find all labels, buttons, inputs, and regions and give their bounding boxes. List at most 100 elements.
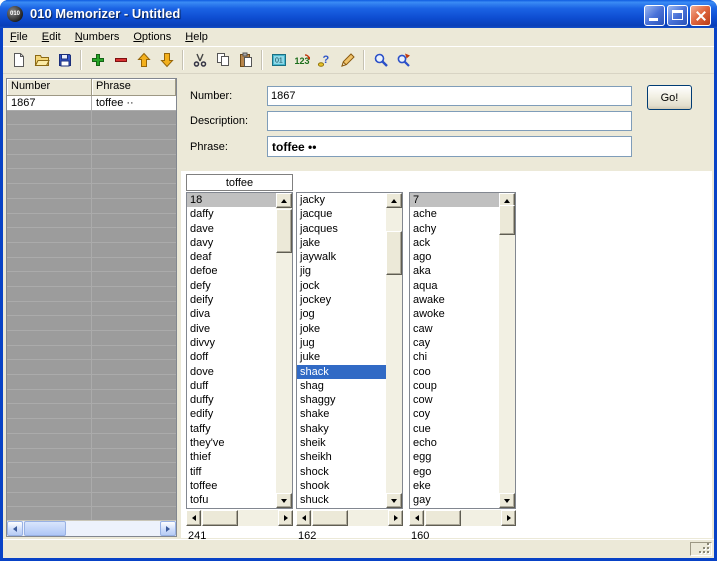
table-empty-row[interactable] <box>7 375 176 390</box>
column-header-phrase[interactable]: Phrase <box>92 79 176 96</box>
move-up-button[interactable] <box>132 49 155 72</box>
list-item[interactable]: shaky <box>297 422 386 436</box>
close-button[interactable] <box>690 5 711 26</box>
word-listbox[interactable]: 18 daffy dave davy deaf defoe defy deify diva div… <box>186 192 293 509</box>
list-item[interactable]: cue <box>410 422 499 436</box>
list-item[interactable]: sheikh <box>297 450 386 464</box>
list-item[interactable]: ache <box>410 207 499 221</box>
table-empty-row[interactable] <box>7 345 176 361</box>
word-listbox[interactable]: 7 ache achy ack ago aka aqua awake awoke caw cay ch… <box>409 192 516 509</box>
table-empty-row[interactable] <box>7 463 176 478</box>
table-empty-row[interactable] <box>7 272 176 287</box>
table-empty-row[interactable] <box>7 477 176 493</box>
list-item[interactable]: davy <box>187 236 276 250</box>
quiz-button[interactable]: ? <box>313 49 336 72</box>
table-empty-row[interactable] <box>7 257 176 273</box>
list-item[interactable]: tiff <box>187 465 276 479</box>
column-header-number[interactable]: Number <box>7 79 92 96</box>
list-item[interactable]: toffee <box>187 479 276 493</box>
vertical-scrollbar[interactable] <box>276 193 292 508</box>
scroll-up-icon[interactable] <box>386 193 402 208</box>
scroll-right-icon[interactable] <box>160 521 176 536</box>
list-item[interactable]: jacque <box>297 207 386 221</box>
list-item[interactable]: tofu <box>187 493 276 507</box>
table-empty-row[interactable] <box>7 286 176 302</box>
copy-button[interactable] <box>211 49 234 72</box>
list-item[interactable]: sheik <box>297 436 386 450</box>
list-item[interactable]: jock <box>297 279 386 293</box>
table-empty-row[interactable] <box>7 389 176 405</box>
minimize-button[interactable] <box>644 5 665 26</box>
resize-grip[interactable] <box>690 542 712 556</box>
list-item[interactable]: they've <box>187 436 276 450</box>
list-item[interactable]: dive <box>187 322 276 336</box>
go-button[interactable]: Go! <box>647 85 692 110</box>
list-item[interactable]: duff <box>187 379 276 393</box>
horizontal-scrollbar[interactable] <box>186 510 293 526</box>
table-empty-row[interactable] <box>7 404 176 420</box>
list-item[interactable]: dove <box>187 365 276 379</box>
search-next-button[interactable] <box>392 49 415 72</box>
list-item[interactable]: cow <box>410 393 499 407</box>
list-item[interactable]: ego <box>410 465 499 479</box>
list-item[interactable]: jaywalk <box>297 250 386 264</box>
scroll-thumb[interactable] <box>276 209 292 253</box>
list-item[interactable]: jake <box>297 236 386 250</box>
horizontal-scrollbar[interactable] <box>296 510 403 526</box>
menu-item-options[interactable]: Options <box>126 29 178 45</box>
new-document-button[interactable] <box>7 49 30 72</box>
description-input[interactable] <box>267 111 632 131</box>
list-item[interactable]: ack <box>410 236 499 250</box>
list-item[interactable]: divvy <box>187 336 276 350</box>
list-item[interactable]: deaf <box>187 250 276 264</box>
list-item[interactable]: cay <box>410 336 499 350</box>
scroll-left-icon[interactable] <box>296 510 311 526</box>
table-empty-row[interactable] <box>7 213 176 229</box>
number-image-button[interactable]: 01 <box>267 49 290 72</box>
list-item[interactable]: defoe <box>187 264 276 278</box>
list-item[interactable]: caw <box>410 322 499 336</box>
list-item[interactable]: egg <box>410 450 499 464</box>
table-empty-row[interactable] <box>7 242 176 258</box>
list-item[interactable]: achy <box>410 222 499 236</box>
list-item[interactable]: taffy <box>187 422 276 436</box>
list-item[interactable]: duffy <box>187 393 276 407</box>
table-empty-row[interactable] <box>7 301 176 317</box>
list-item[interactable]: shock <box>297 465 386 479</box>
table-empty-row[interactable] <box>7 419 176 434</box>
list-item[interactable]: shaggy <box>297 393 386 407</box>
list-item[interactable]: chi <box>410 350 499 364</box>
scroll-thumb[interactable] <box>386 231 402 275</box>
list-item[interactable]: jog <box>297 307 386 321</box>
vertical-scrollbar[interactable] <box>386 193 402 508</box>
table-empty-row[interactable] <box>7 154 176 170</box>
list-item[interactable]: coy <box>410 407 499 421</box>
table-empty-row[interactable] <box>7 198 176 214</box>
table-empty-row[interactable] <box>7 140 176 155</box>
list-item[interactable]: jug <box>297 336 386 350</box>
table-empty-row[interactable] <box>7 492 176 508</box>
table-empty-row[interactable] <box>7 331 176 346</box>
list-item[interactable]: gay <box>410 493 499 507</box>
scroll-thumb[interactable] <box>499 205 515 235</box>
renumber-button[interactable]: 123 <box>290 49 313 72</box>
table-empty-row[interactable] <box>7 110 176 126</box>
word-listbox[interactable]: jacky jacque jacques jake jaywalk jig jock jock… <box>296 192 403 509</box>
list-item[interactable]: aqua <box>410 279 499 293</box>
list-item[interactable]: jacques <box>297 222 386 236</box>
move-down-button[interactable] <box>155 49 178 72</box>
table-hscrollbar[interactable] <box>7 520 176 536</box>
list-item[interactable]: echo <box>410 436 499 450</box>
title-bar[interactable]: 010 010 Memorizer - Untitled <box>0 0 717 28</box>
horizontal-scrollbar[interactable] <box>409 510 516 526</box>
paste-button[interactable] <box>234 49 257 72</box>
maximize-button[interactable] <box>667 5 688 26</box>
table-empty-row[interactable] <box>7 448 176 464</box>
list-item[interactable]: diva <box>187 307 276 321</box>
menu-item-numbers[interactable]: Numbers <box>68 29 127 45</box>
scroll-right-icon[interactable] <box>388 510 403 526</box>
list-item[interactable]: edify <box>187 407 276 421</box>
list-item[interactable]: shuck <box>297 493 386 507</box>
scroll-right-icon[interactable] <box>501 510 516 526</box>
list-item[interactable]: eke <box>410 479 499 493</box>
